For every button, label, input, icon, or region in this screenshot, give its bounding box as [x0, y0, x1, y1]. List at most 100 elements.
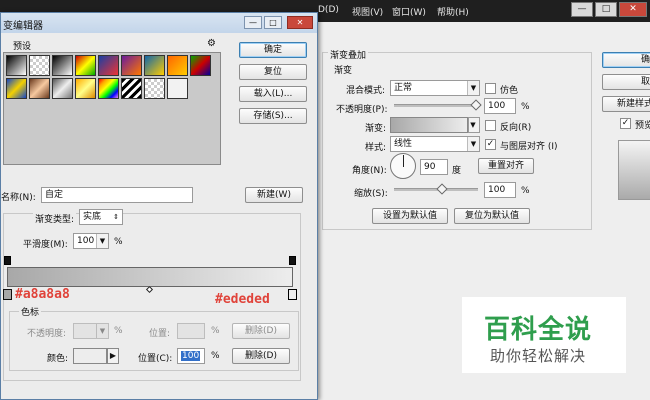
opacity-input[interactable]: 100	[484, 98, 516, 114]
scale-slider[interactable]	[394, 183, 478, 195]
menu-window[interactable]: 窗口(W)	[392, 5, 426, 18]
scale-percent: %	[521, 186, 530, 196]
smoothness-value: 100	[77, 236, 95, 246]
color-stop-left[interactable]	[3, 289, 12, 300]
smoothness-label: 平滑度(M):	[23, 240, 68, 250]
preview-label: 预览	[635, 121, 650, 131]
reset-button[interactable]: 复位	[239, 64, 307, 80]
stop-color-location-input[interactable]: 100	[177, 348, 205, 364]
blend-mode-value: 正常	[394, 83, 413, 93]
presets-panel[interactable]	[3, 52, 221, 165]
close-button[interactable]: ✕	[619, 2, 647, 17]
stop-opacity-location-input[interactable]	[177, 323, 205, 339]
layer-style-cancel-button[interactable]: 取	[602, 74, 650, 90]
stop-opacity-label: 不透明度:	[27, 329, 67, 339]
angle-label: 角度(N):	[352, 166, 387, 176]
preset-swatch[interactable]	[144, 55, 165, 76]
align-label: 与图层对齐 (I)	[500, 142, 558, 152]
preset-swatch[interactable]	[121, 78, 142, 99]
stop-color-label: 颜色:	[47, 354, 69, 364]
angle-dial[interactable]	[390, 153, 416, 179]
name-label: 名称(N):	[1, 193, 36, 203]
preset-swatch[interactable]	[167, 78, 188, 99]
load-button[interactable]: 载入(L)...	[239, 86, 307, 102]
preset-swatch[interactable]	[6, 78, 27, 99]
stop-color-location-value: 100	[181, 351, 201, 361]
smoothness-select[interactable]: 100 ▼	[73, 233, 109, 249]
preset-swatch[interactable]	[190, 55, 211, 76]
stops-group-label: 色标	[19, 305, 42, 318]
layer-style-ok-button[interactable]: 确	[602, 52, 650, 68]
blend-mode-select[interactable]: 正常 ▼	[390, 80, 480, 96]
color-stop-right[interactable]	[288, 289, 297, 300]
preset-swatch[interactable]	[98, 78, 119, 99]
stop-color-swatch[interactable]	[73, 348, 107, 364]
chevron-down-icon: ▼	[467, 81, 479, 95]
left-color-annotation: #a8a8a8	[15, 287, 70, 302]
angle-dial-needle	[403, 155, 404, 167]
gradient-type-value: 实底	[83, 212, 102, 222]
chevron-down-icon: ▼	[469, 118, 479, 132]
new-style-button[interactable]: 新建样式	[602, 96, 650, 112]
opacity-stop-left[interactable]	[4, 256, 11, 265]
style-label: 样式:	[365, 143, 387, 153]
preview-checkbox[interactable]: ✓	[620, 118, 631, 129]
scale-input[interactable]: 100	[484, 182, 516, 198]
preset-swatch[interactable]	[144, 78, 165, 99]
ok-button[interactable]: 确定	[239, 42, 307, 58]
delete-opacity-stop-button[interactable]: 删除(D)	[232, 323, 290, 339]
preset-swatch[interactable]	[75, 55, 96, 76]
gradient-picker-button[interactable]: ▼	[468, 117, 480, 133]
menu-3d[interactable]: D(D)	[318, 5, 339, 15]
dialog-titlebar[interactable]: 变编辑器 — □ ✕	[1, 13, 317, 33]
gradient-preview[interactable]	[390, 117, 468, 133]
watermark-sub: 助你轻松解决	[490, 347, 587, 365]
style-preview-swatch	[618, 140, 650, 200]
dialog-minimize-button[interactable]: —	[244, 16, 262, 29]
style-value: 线性	[394, 139, 413, 149]
stop-color-location-label: 位置(C):	[138, 354, 173, 364]
preset-swatch[interactable]	[75, 78, 96, 99]
menu-view[interactable]: 视图(V)	[352, 5, 383, 18]
dither-checkbox[interactable]	[485, 83, 496, 94]
set-default-button[interactable]: 设置为默认值	[372, 208, 448, 224]
preset-swatch[interactable]	[167, 55, 188, 76]
degree-unit: 度	[452, 166, 462, 176]
name-input[interactable]: 自定	[41, 187, 193, 203]
minimize-button[interactable]: —	[571, 2, 593, 17]
save-button[interactable]: 存储(S)...	[239, 108, 307, 124]
menu-help[interactable]: 帮助(H)	[437, 5, 469, 18]
gradient-bar[interactable]	[7, 267, 293, 287]
gear-icon[interactable]: ⚙	[207, 38, 216, 49]
opacity-stop-right[interactable]	[289, 256, 296, 265]
gradient-type-select[interactable]: 实底 ⇕	[79, 209, 123, 225]
preset-swatch[interactable]	[121, 55, 142, 76]
preset-swatch[interactable]	[98, 55, 119, 76]
stop-opacity-location-percent: %	[211, 326, 220, 336]
align-with-layer-checkbox[interactable]: ✓	[485, 139, 496, 150]
reverse-checkbox[interactable]	[485, 120, 496, 131]
reset-alignment-button[interactable]: 重置对齐	[478, 158, 534, 174]
angle-input[interactable]: 90	[420, 159, 448, 175]
style-select[interactable]: 线性 ▼	[390, 136, 480, 152]
new-gradient-button[interactable]: 新建(W)	[245, 187, 303, 203]
preset-swatch[interactable]	[6, 55, 27, 76]
preset-swatch[interactable]	[29, 78, 50, 99]
gradient-editor-dialog: 变编辑器 — □ ✕ 预设 ⚙ 确定 复位 载入(L)... 存储(S)... …	[0, 12, 318, 400]
opacity-slider[interactable]	[394, 99, 482, 111]
color-menu-arrow-icon[interactable]: ▶	[107, 348, 119, 364]
preset-swatch[interactable]	[52, 55, 73, 76]
preset-swatch[interactable]	[52, 78, 73, 99]
dialog-title: 变编辑器	[3, 21, 43, 32]
reset-default-button[interactable]: 复位为默认值	[454, 208, 530, 224]
stop-opacity-input[interactable]: ▼	[73, 323, 109, 339]
scale-label: 缩放(S):	[354, 189, 388, 199]
chevron-updown-icon: ⇕	[113, 213, 119, 221]
delete-color-stop-button[interactable]: 删除(D)	[232, 348, 290, 364]
preset-swatch[interactable]	[29, 55, 50, 76]
dialog-close-button[interactable]: ✕	[287, 16, 313, 29]
dialog-maximize-button[interactable]: □	[264, 16, 282, 29]
maximize-button[interactable]: □	[595, 2, 617, 17]
watermark: 百科全说 助你轻松解决	[462, 297, 626, 373]
blend-mode-label: 混合模式:	[346, 86, 386, 96]
